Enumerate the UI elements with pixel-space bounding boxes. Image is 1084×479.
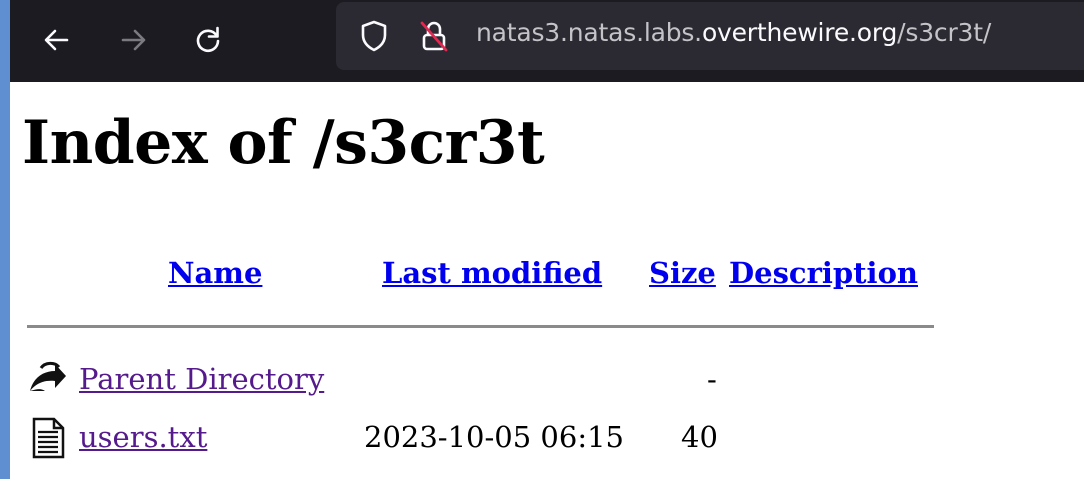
file-size: 40 [681, 420, 718, 454]
reload-button[interactable] [188, 20, 228, 60]
back-arrow-icon [44, 29, 69, 51]
page-content: Index of /s3cr3t Name Last modified Size… [10, 82, 1084, 479]
tracking-protection-button[interactable] [354, 16, 394, 56]
reload-icon [196, 26, 220, 53]
parent-directory-icon [27, 358, 69, 400]
url-bar[interactable]: natas3.natas.labs.overthewire.org/s3cr3t… [336, 2, 1084, 70]
url-path: /s3cr3t/ [897, 18, 992, 47]
column-header-size[interactable]: Size [649, 256, 716, 290]
url-text[interactable]: natas3.natas.labs.overthewire.org/s3cr3t… [476, 18, 991, 47]
column-header-last-modified[interactable]: Last modified [382, 256, 602, 290]
forward-arrow-icon [121, 29, 146, 51]
file-last-modified: 2023-10-05 06:15 [364, 420, 624, 454]
column-header-description[interactable]: Description [729, 256, 918, 290]
forward-button[interactable] [113, 20, 153, 60]
shield-icon [361, 20, 387, 52]
parent-directory-link[interactable]: Parent Directory [79, 362, 324, 396]
back-button[interactable] [37, 20, 77, 60]
url-domain: overthewire.org [701, 18, 898, 47]
insecure-lock-icon [420, 21, 448, 52]
file-link-users-txt[interactable]: users.txt [79, 420, 207, 454]
site-security-button[interactable] [414, 16, 454, 56]
page-title: Index of /s3cr3t [22, 108, 545, 178]
browser-toolbar: natas3.natas.labs.overthewire.org/s3cr3t… [10, 0, 1084, 82]
text-file-icon [27, 417, 69, 459]
column-header-name[interactable]: Name [168, 256, 262, 290]
header-divider [27, 325, 934, 328]
url-prefix: natas3.natas.labs. [476, 18, 702, 47]
parent-directory-size: - [707, 362, 717, 396]
